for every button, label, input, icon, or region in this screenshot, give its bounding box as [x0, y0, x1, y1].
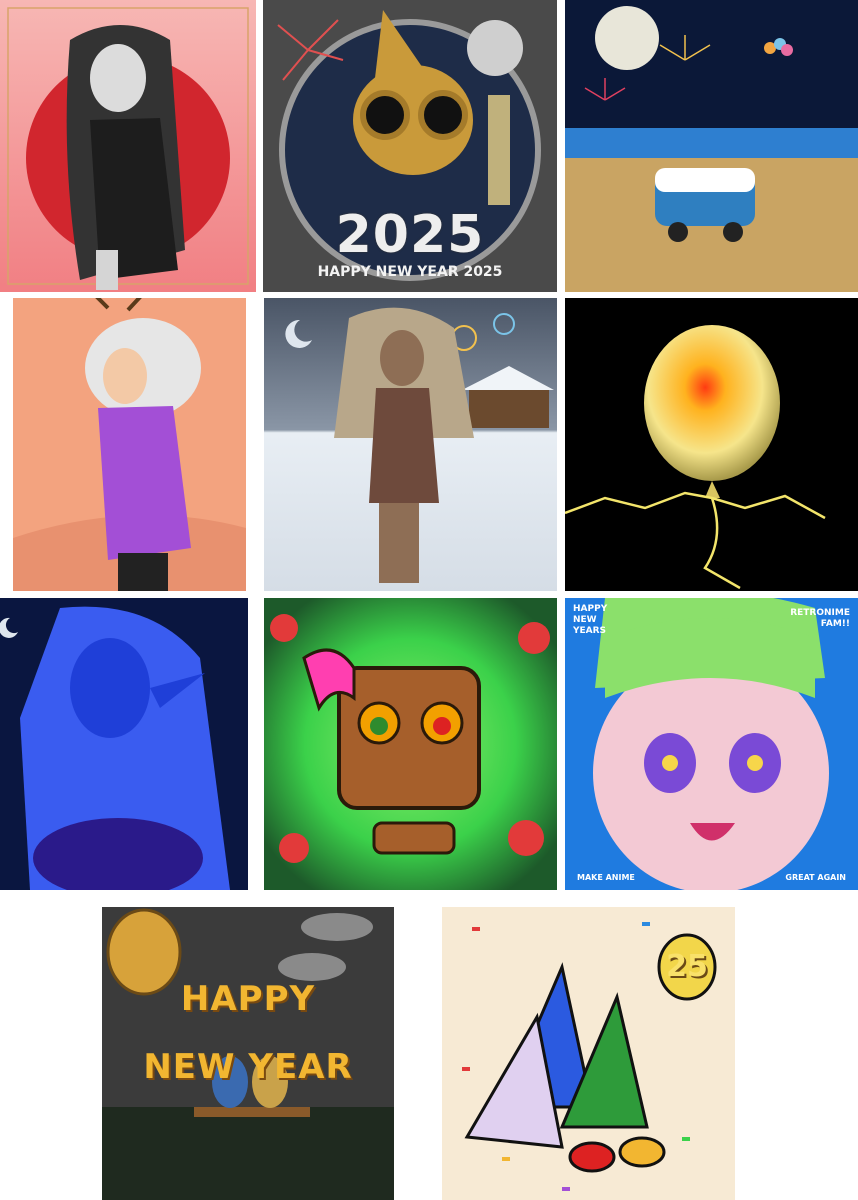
tile-anime-retro: HAPPY NEW YEARS RETRONIME FAM!! MAKE ANI…: [565, 598, 858, 890]
balloon: [644, 325, 780, 481]
party-balloon-number: 25: [666, 949, 708, 984]
moon: [467, 20, 523, 76]
snow-woman-art: [264, 298, 557, 591]
tile-snow-woman: [264, 298, 557, 591]
hny-line1: HAPPY: [180, 979, 316, 1019]
tile-blue-elf: [0, 598, 248, 890]
tile-wood-mask: [264, 598, 557, 890]
hny-line2: NEW YEAR: [143, 1047, 353, 1087]
anime-retro-bottom-right: GREAT AGAIN: [785, 873, 846, 882]
anime-retro-top-right: RETRONIME FAM!!: [790, 608, 850, 629]
tile-party-hats: 25: [442, 907, 735, 1200]
anime-retro-art: [565, 598, 858, 890]
beach-van-art: [565, 0, 858, 292]
robot-big-year: 2025: [335, 205, 485, 265]
tile-beach-van: [565, 0, 858, 292]
anime-retro-bottom-left: MAKE ANIME: [577, 873, 635, 882]
anime-retro-top-left: HAPPY NEW YEARS: [573, 604, 608, 636]
tile-glowing-balloon: [565, 298, 858, 591]
tile-happy-new-year-bench: HAPPY NEW YEAR: [102, 907, 394, 1200]
wood-mask-art: [264, 598, 557, 890]
tile-anime-girl-black-dress: [0, 0, 256, 292]
glowing-balloon-art: [565, 298, 858, 591]
blue-elf-art: [0, 598, 248, 890]
full-moon: [595, 6, 659, 70]
anime-girl-art: [0, 0, 256, 292]
tile-robot-2025: 2025 HAPPY NEW YEAR 2025: [263, 0, 557, 292]
tile-reindeer-girl: [13, 298, 246, 591]
reindeer-girl-art: [13, 298, 246, 591]
robot-caption: HAPPY NEW YEAR 2025: [317, 264, 503, 280]
